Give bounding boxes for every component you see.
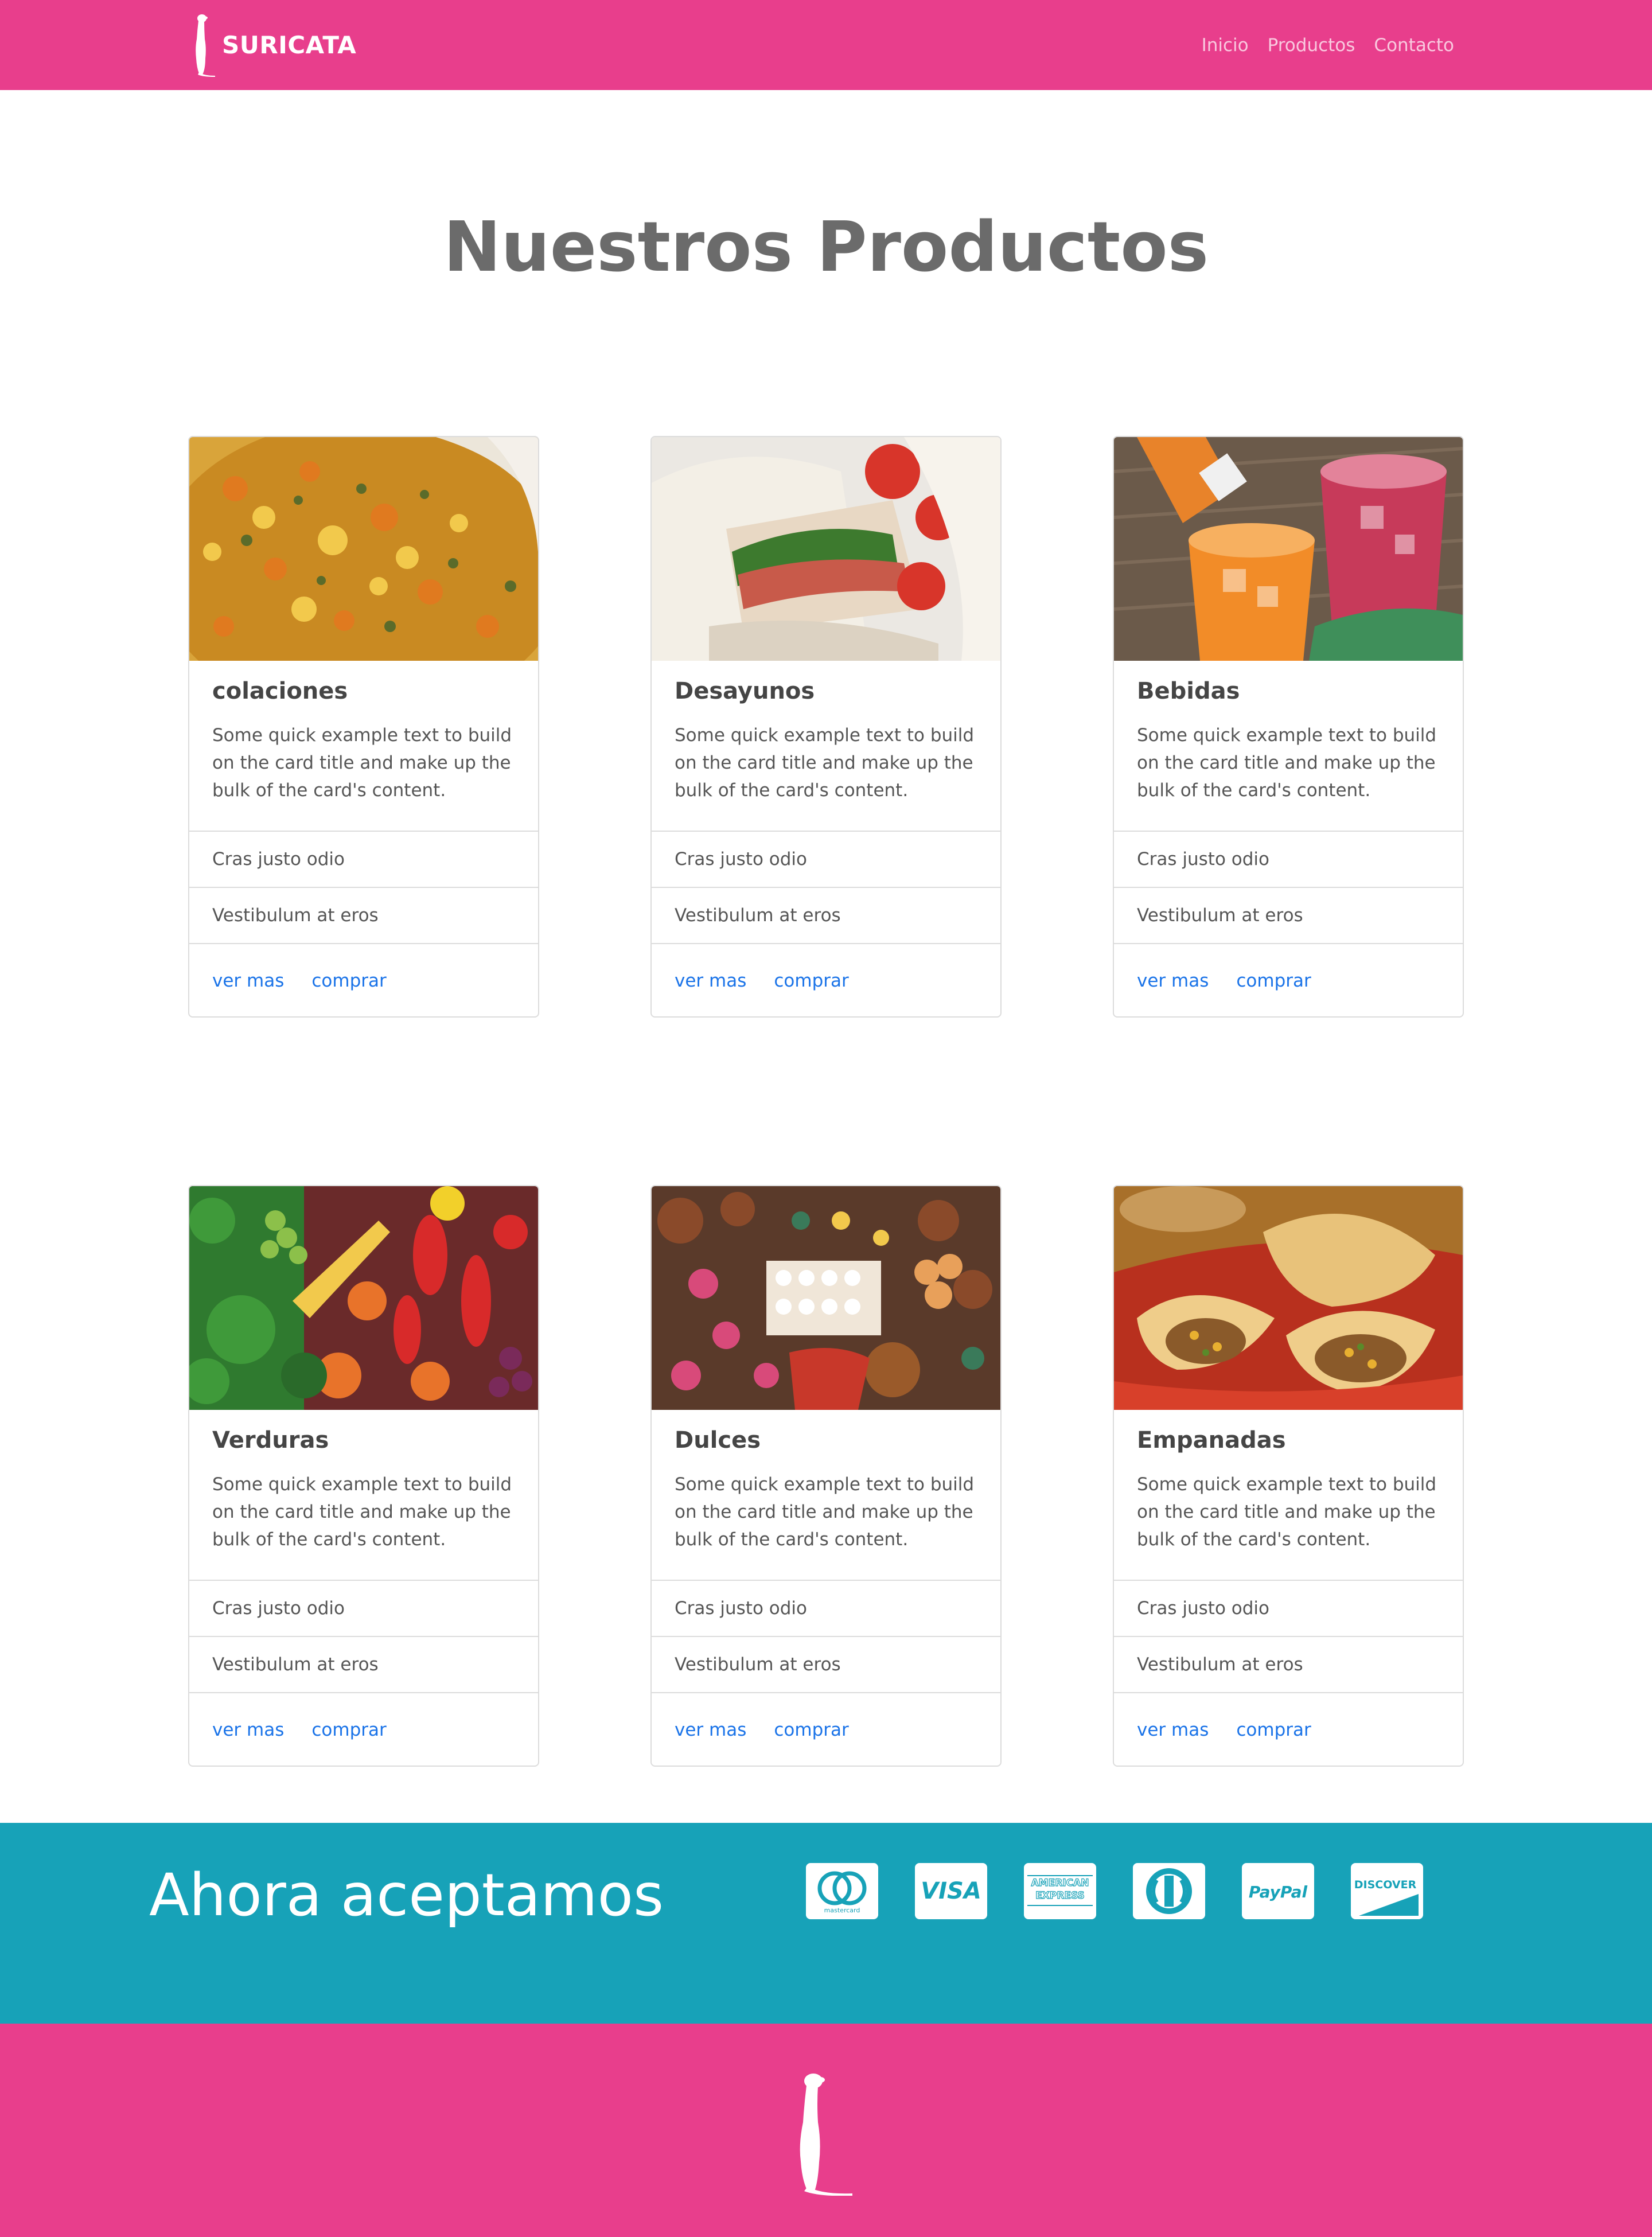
card-title: Dulces <box>675 1427 761 1453</box>
card-image <box>652 437 1000 661</box>
card-image <box>652 1186 1000 1410</box>
list-item: Cras justo odio <box>652 1580 1000 1636</box>
list-item: Vestibulum at eros <box>1114 1636 1463 1692</box>
list-item: Cras justo odio <box>1114 1580 1463 1636</box>
card-footer: ver mas comprar <box>652 1692 1000 1766</box>
nav-link-inicio[interactable]: Inicio <box>1202 30 1249 61</box>
sandwich-photo <box>652 437 1000 661</box>
payment-methods-section: Ahora aceptamos mastercard VISA AMERICAN… <box>0 1823 1652 2024</box>
product-card: Empanadas Some quick example text to bui… <box>1113 1185 1464 1767</box>
amex-label-line1: AMERICAN <box>1031 1877 1089 1889</box>
product-card: Desayunos Some quick example text to bui… <box>650 436 1002 1018</box>
discover-label: DISCOVER <box>1354 1879 1417 1891</box>
visa-icon: VISA <box>915 1863 987 1919</box>
card-text: Some quick example text to build on the … <box>675 1474 975 1550</box>
product-card: Dulces Some quick example text to build … <box>650 1185 1002 1767</box>
vegetable-stew-photo <box>189 437 538 661</box>
nav-link-contacto[interactable]: Contacto <box>1374 30 1454 61</box>
list-item: Cras justo odio <box>189 831 538 887</box>
list-item: Vestibulum at eros <box>189 887 538 943</box>
card-image <box>1114 437 1463 661</box>
amex-label-line2: EXPRESS <box>1035 1890 1085 1901</box>
mastercard-label: mastercard <box>824 1907 860 1914</box>
discover-icon: DISCOVER <box>1351 1863 1423 1919</box>
product-card: Bebidas Some quick example text to build… <box>1113 436 1464 1018</box>
card-text: Some quick example text to build on the … <box>675 725 975 801</box>
drinks-photo <box>1114 437 1463 661</box>
comprar-link[interactable]: comprar <box>774 1720 848 1740</box>
list-item: Cras justo odio <box>189 1580 538 1636</box>
footer-logo <box>793 2070 859 2196</box>
comprar-link[interactable]: comprar <box>774 971 848 991</box>
ver-mas-link[interactable]: ver mas <box>675 1720 746 1740</box>
mastercard-icon: mastercard <box>806 1863 878 1919</box>
diners-club-icon <box>1133 1863 1205 1919</box>
ver-mas-link[interactable]: ver mas <box>1137 971 1209 991</box>
footer <box>0 2024 1652 2237</box>
product-card: colaciones Some quick example text to bu… <box>188 436 539 1018</box>
empanadas-photo <box>1114 1186 1463 1410</box>
card-text: Some quick example text to build on the … <box>1137 1474 1437 1550</box>
card-title: Desayunos <box>675 678 815 704</box>
card-footer: ver mas comprar <box>652 943 1000 1016</box>
ver-mas-link[interactable]: ver mas <box>1137 1720 1209 1740</box>
ver-mas-link[interactable]: ver mas <box>212 971 284 991</box>
brand-name: SURICATA <box>222 30 357 59</box>
card-footer: ver mas comprar <box>1114 1692 1463 1766</box>
comprar-link[interactable]: comprar <box>1236 971 1311 991</box>
list-item: Cras justo odio <box>652 831 1000 887</box>
card-image <box>1114 1186 1463 1410</box>
sweets-photo <box>652 1186 1000 1410</box>
nav-link-productos[interactable]: Productos <box>1268 30 1355 61</box>
card-image <box>189 1186 538 1410</box>
card-text: Some quick example text to build on the … <box>212 725 512 801</box>
list-item: Vestibulum at eros <box>652 1636 1000 1692</box>
paypal-label: PayPal <box>1249 1883 1308 1901</box>
card-image <box>189 437 538 661</box>
comprar-link[interactable]: comprar <box>311 1720 386 1740</box>
nav-links: Inicio Productos Contacto <box>1183 30 1454 61</box>
comprar-link[interactable]: comprar <box>1236 1720 1311 1740</box>
card-footer: ver mas comprar <box>189 943 538 1016</box>
list-item: Vestibulum at eros <box>652 887 1000 943</box>
card-footer: ver mas comprar <box>189 1692 538 1766</box>
american-express-icon: AMERICAN EXPRESS <box>1024 1863 1096 1919</box>
payment-title: Ahora aceptamos <box>149 1861 664 1930</box>
card-title: colaciones <box>212 678 348 704</box>
visa-label: VISA <box>921 1878 981 1904</box>
navbar: SURICATA Inicio Productos Contacto <box>0 0 1652 90</box>
card-footer: ver mas comprar <box>1114 943 1463 1016</box>
product-card: Verduras Some quick example text to buil… <box>188 1185 539 1767</box>
brand-link[interactable]: SURICATA <box>186 13 356 77</box>
paypal-icon: PayPal <box>1242 1863 1314 1919</box>
card-text: Some quick example text to build on the … <box>212 1474 512 1550</box>
vegetables-photo <box>189 1186 538 1410</box>
page-title: Nuestros Productos <box>443 208 1209 287</box>
list-item: Vestibulum at eros <box>189 1636 538 1692</box>
meerkat-icon <box>196 14 215 77</box>
card-title: Verduras <box>212 1427 329 1453</box>
list-item: Cras justo odio <box>1114 831 1463 887</box>
list-item: Vestibulum at eros <box>1114 887 1463 943</box>
card-title: Bebidas <box>1137 678 1240 704</box>
card-title: Empanadas <box>1137 1427 1286 1453</box>
ver-mas-link[interactable]: ver mas <box>675 971 746 991</box>
comprar-link[interactable]: comprar <box>311 971 386 991</box>
card-text: Some quick example text to build on the … <box>1137 725 1437 801</box>
ver-mas-link[interactable]: ver mas <box>212 1720 284 1740</box>
meerkat-icon <box>800 2074 852 2196</box>
